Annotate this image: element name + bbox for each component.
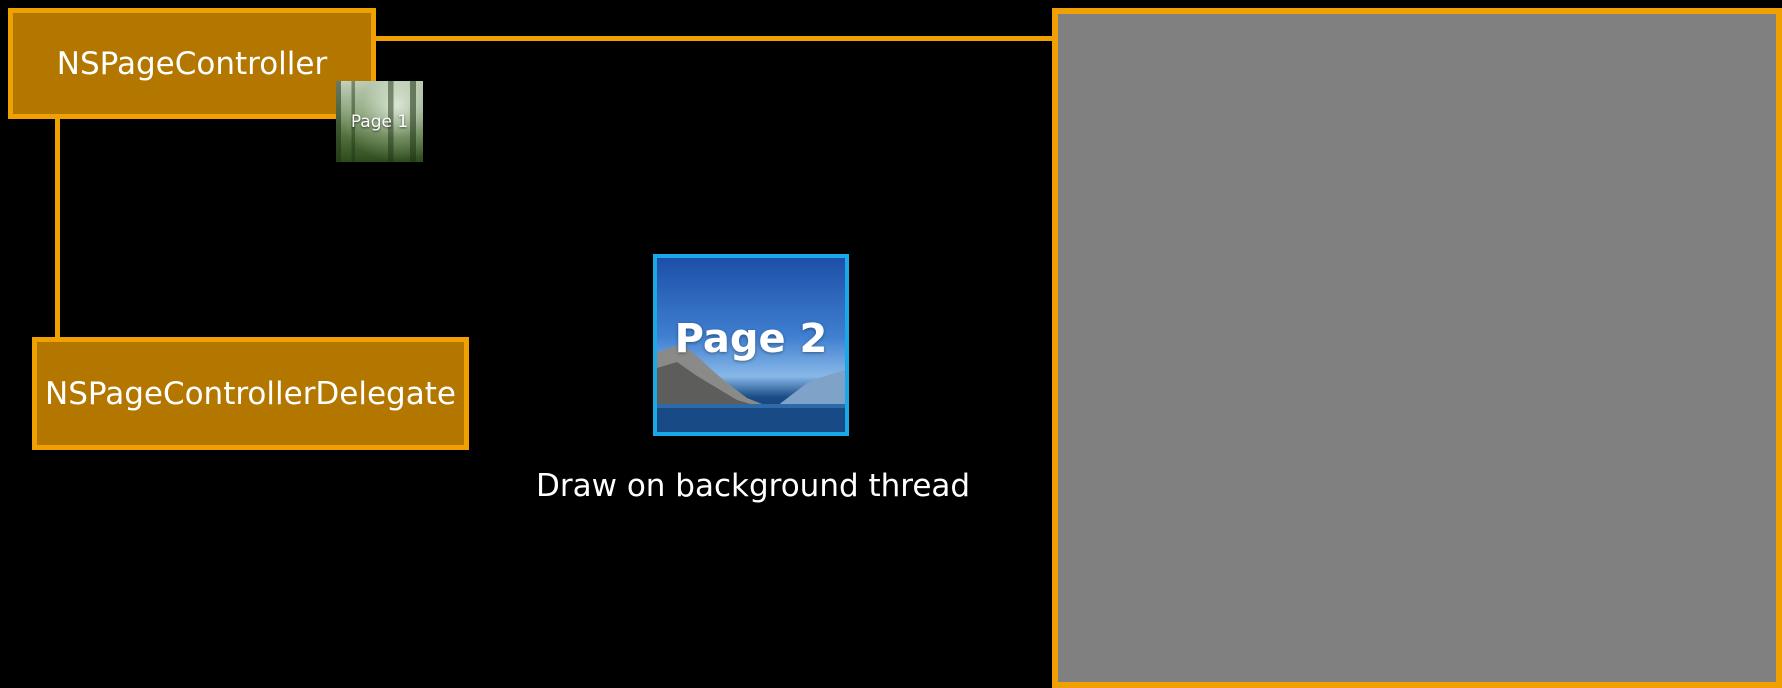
- nspagecontrollerdelegate-label: NSPageControllerDelegate: [45, 375, 456, 412]
- content-view-panel: [1052, 8, 1782, 688]
- connector-line-vertical: [55, 118, 60, 338]
- page-1-thumbnail: Page 1: [336, 81, 423, 162]
- page-1-label: Page 1: [350, 111, 409, 132]
- nspagecontroller-box: NSPageController: [8, 8, 376, 119]
- nspagecontroller-label: NSPageController: [56, 45, 328, 82]
- nspagecontrollerdelegate-box: NSPageControllerDelegate: [32, 337, 469, 450]
- page-2-label: Page 2: [674, 316, 828, 362]
- page-2-thumbnail: Page 2: [653, 254, 849, 436]
- connector-line-horizontal: [374, 36, 1056, 41]
- caption-text: Draw on background thread: [536, 468, 971, 504]
